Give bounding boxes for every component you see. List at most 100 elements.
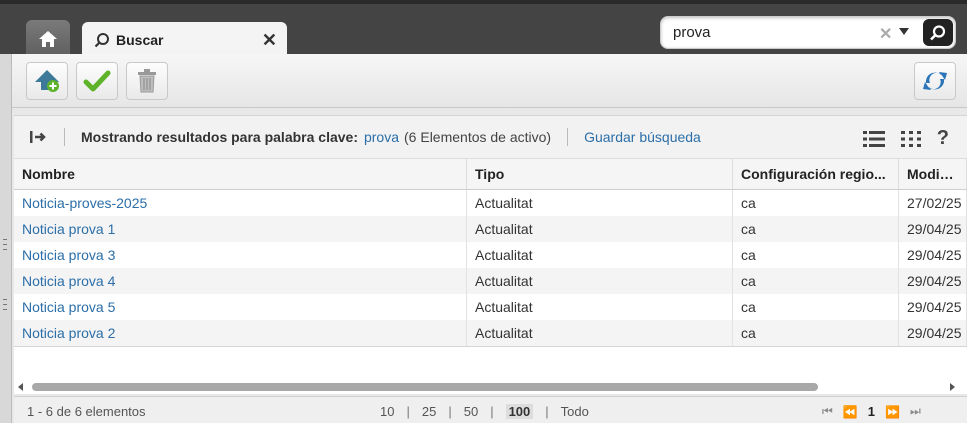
results-count: (6 Elementos de activo) <box>404 129 552 145</box>
column-header-nombre[interactable]: Nombre <box>14 159 467 189</box>
table-row[interactable]: Noticia prova 1 Actualitat ca 29/04/25 <box>14 216 967 242</box>
asset-name-link[interactable]: Noticia prova 3 <box>14 242 467 268</box>
page-size-selector: 10 | 25 | 50 | 100 | Todo <box>380 404 589 419</box>
search-icon <box>930 24 946 40</box>
splitter-grip <box>3 249 7 250</box>
splitter-grip <box>3 309 7 310</box>
tab-search[interactable]: Buscar ✕ <box>82 22 287 58</box>
splitter-grip <box>3 304 7 305</box>
action-toolbar <box>12 54 967 108</box>
asset-locale: ca <box>733 320 899 346</box>
exit-search-icon[interactable] <box>28 127 48 147</box>
asset-locale: ca <box>733 190 899 216</box>
global-search-box: ✕ <box>660 16 956 49</box>
table-row[interactable]: Noticia prova 4 Actualitat ca 29/04/25 <box>14 268 967 294</box>
splitter-grip <box>3 299 7 300</box>
asset-type: Actualitat <box>467 190 733 216</box>
clear-search-icon[interactable]: ✕ <box>879 24 892 44</box>
table-row[interactable]: Noticia prova 2 Actualitat ca 29/04/25 <box>14 320 967 346</box>
horizontal-scrollbar[interactable] <box>14 380 967 394</box>
search-button[interactable] <box>923 19 953 46</box>
asset-locale: ca <box>733 216 899 242</box>
refresh-button[interactable] <box>914 62 956 100</box>
table-bottom-rule <box>14 346 967 347</box>
tab-search-label: Buscar <box>116 32 164 48</box>
asset-name-link[interactable]: Noticia prova 4 <box>14 268 467 294</box>
page-size-option[interactable]: Todo <box>561 404 589 419</box>
pagination-bar: 1 - 6 de 6 elementos 10 | 25 | 50 | 100 … <box>14 396 967 423</box>
asset-name-link[interactable]: Noticia prova 2 <box>14 320 467 346</box>
delete-button[interactable] <box>126 62 168 100</box>
checkmark-icon <box>83 70 111 92</box>
move-up-button[interactable] <box>26 62 68 100</box>
asset-locale: ca <box>733 294 899 320</box>
asset-type: Actualitat <box>467 216 733 242</box>
previous-page-icon[interactable]: ⏪ <box>843 405 858 419</box>
upload-add-icon <box>35 70 59 92</box>
home-icon <box>39 31 57 47</box>
asset-modified: 29/04/25 <box>899 242 967 268</box>
asset-name-link[interactable]: Noticia prova 1 <box>14 216 467 242</box>
search-options-dropdown-icon[interactable] <box>899 28 909 35</box>
page-size-option[interactable]: 10 <box>380 404 394 419</box>
page-navigation: ⏮ ⏪ 1 ⏩ ⏭ <box>822 404 921 419</box>
column-header-locale[interactable]: Configuración regio... <box>733 159 899 189</box>
splitter-grip <box>3 244 7 245</box>
results-table: Nombre Tipo Configuración regio... Modif… <box>14 158 967 380</box>
sync-icon <box>923 72 947 90</box>
page-size-option[interactable]: 25 <box>422 404 436 419</box>
asset-modified: 29/04/25 <box>899 294 967 320</box>
divider: | <box>545 404 549 419</box>
magnifier-icon <box>94 33 109 48</box>
last-page-icon[interactable]: ⏭ <box>910 404 921 419</box>
table-row[interactable]: Noticia prova 5 Actualitat ca 29/04/25 <box>14 294 967 320</box>
left-panel-splitter[interactable] <box>0 54 12 423</box>
asset-type: Actualitat <box>467 320 733 346</box>
approve-button[interactable] <box>76 62 118 100</box>
results-header: Mostrando resultados para palabra clave:… <box>14 115 967 158</box>
top-bar: Buscar ✕ ✕ <box>0 0 967 58</box>
page-size-option[interactable]: 50 <box>464 404 478 419</box>
save-search-link[interactable]: Guardar búsqueda <box>584 129 701 145</box>
asset-name-link[interactable]: Noticia prova 5 <box>14 294 467 320</box>
table-header: Nombre Tipo Configuración regio... Modif… <box>14 158 967 190</box>
close-tab-icon[interactable]: ✕ <box>262 30 277 51</box>
home-tab[interactable] <box>26 20 70 58</box>
divider: | <box>406 404 410 419</box>
asset-type: Actualitat <box>467 268 733 294</box>
asset-modified: 27/02/25 <box>899 190 967 216</box>
asset-type: Actualitat <box>467 294 733 320</box>
page-size-option-active[interactable]: 100 <box>505 404 534 419</box>
divider <box>64 128 65 146</box>
results-label: Mostrando resultados para palabra clave: <box>81 129 358 145</box>
divider: | <box>448 404 452 419</box>
divider: | <box>490 404 494 419</box>
table-row[interactable]: Noticia-proves-2025 Actualitat ca 27/02/… <box>14 190 967 216</box>
scrollbar-thumb[interactable] <box>32 383 818 391</box>
results-keyword: prova <box>363 129 400 145</box>
current-page: 1 <box>867 404 875 419</box>
item-range-text: 1 - 6 de 6 elementos <box>27 404 146 419</box>
splitter-grip <box>3 239 7 240</box>
asset-modified: 29/04/25 <box>899 320 967 346</box>
grid-view-icon[interactable] <box>900 130 921 148</box>
asset-modified: 29/04/25 <box>899 268 967 294</box>
list-view-icon[interactable] <box>862 130 885 148</box>
asset-type: Actualitat <box>467 242 733 268</box>
asset-name-link[interactable]: Noticia-proves-2025 <box>14 190 467 216</box>
asset-modified: 29/04/25 <box>899 216 967 242</box>
help-icon[interactable]: ? <box>937 127 949 150</box>
divider <box>567 128 569 146</box>
table-row[interactable]: Noticia prova 3 Actualitat ca 29/04/25 <box>14 242 967 268</box>
first-page-icon[interactable]: ⏮ <box>822 404 833 419</box>
column-header-modified[interactable]: Modifica <box>899 159 967 189</box>
scroll-left-icon[interactable] <box>18 383 23 391</box>
trash-icon <box>138 69 156 93</box>
next-page-icon[interactable]: ⏩ <box>885 405 900 419</box>
column-header-tipo[interactable]: Tipo <box>467 159 733 189</box>
scroll-right-icon[interactable] <box>950 383 955 391</box>
asset-locale: ca <box>733 242 899 268</box>
view-switcher: ? <box>862 127 949 150</box>
global-search-input[interactable] <box>673 24 873 41</box>
asset-locale: ca <box>733 268 899 294</box>
